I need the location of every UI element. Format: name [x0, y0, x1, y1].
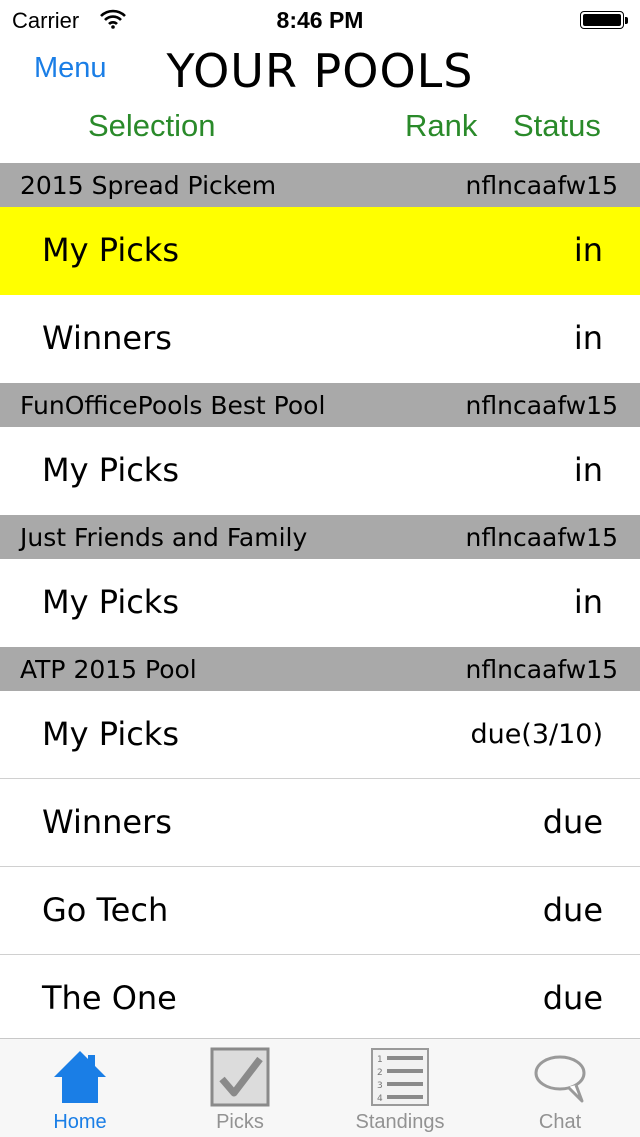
- pool-name: FunOfficePools Best Pool: [20, 391, 326, 420]
- row-label: My Picks: [42, 583, 179, 621]
- tab-bar: Home Picks 1 2 3 4 Standings Chat: [0, 1038, 640, 1137]
- row-label: My Picks: [42, 231, 179, 269]
- row-label: The One: [42, 979, 177, 1017]
- pool-row-my-picks[interactable]: My Picks due(3/10): [0, 691, 640, 779]
- tab-standings[interactable]: 1 2 3 4 Standings: [320, 1039, 480, 1137]
- row-status: due(3/10): [470, 719, 603, 750]
- pool-name: Just Friends and Family: [20, 523, 308, 552]
- tab-label: Home: [53, 1111, 107, 1133]
- pool-code: nflncaafw15: [465, 523, 618, 552]
- pool-row-my-picks[interactable]: My Picks in: [0, 207, 640, 295]
- svg-text:2: 2: [377, 1068, 383, 1078]
- row-label: Go Tech: [42, 891, 169, 929]
- pool-row-my-picks[interactable]: My Picks in: [0, 427, 640, 515]
- svg-text:1: 1: [377, 1055, 383, 1065]
- pool-name: ATP 2015 Pool: [20, 655, 197, 684]
- row-status: due: [542, 803, 603, 841]
- row-label: My Picks: [42, 715, 179, 753]
- list-icon: 1 2 3 4: [370, 1047, 430, 1107]
- status-time: 8:46 PM: [276, 7, 364, 33]
- row-status: in: [573, 319, 603, 357]
- row-label: Winners: [42, 319, 172, 357]
- pool-row-the-one[interactable]: The One due: [0, 955, 640, 1043]
- column-header-status: Status: [513, 108, 601, 143]
- pool-section-header: ATP 2015 Pool nflncaafw15: [0, 647, 640, 691]
- tab-home[interactable]: Home: [0, 1039, 160, 1137]
- pool-row-winners[interactable]: Winners due: [0, 779, 640, 867]
- row-status: due: [542, 891, 603, 929]
- page-title: YOUR POOLS: [166, 44, 474, 98]
- svg-text:4: 4: [377, 1094, 383, 1104]
- column-header-rank: Rank: [405, 108, 478, 143]
- row-label: Winners: [42, 803, 172, 841]
- svg-text:3: 3: [377, 1081, 383, 1091]
- battery-icon: [580, 11, 630, 31]
- row-status: in: [573, 583, 603, 621]
- chat-bubble-icon: [530, 1047, 590, 1107]
- pools-list[interactable]: 2015 Spread Pickem nflncaafw15 My Picks …: [0, 163, 640, 1043]
- home-icon: [50, 1047, 110, 1107]
- pool-code: nflncaafw15: [465, 655, 618, 684]
- tab-chat[interactable]: Chat: [480, 1039, 640, 1137]
- pool-section-header: FunOfficePools Best Pool nflncaafw15: [0, 383, 640, 427]
- pool-row-winners[interactable]: Winners in: [0, 295, 640, 383]
- pool-section-header: Just Friends and Family nflncaafw15: [0, 515, 640, 559]
- pool-code: nflncaafw15: [465, 171, 618, 200]
- tab-label: Standings: [355, 1111, 445, 1133]
- checkbox-icon: [210, 1047, 270, 1107]
- row-status: in: [573, 451, 603, 489]
- pool-name: 2015 Spread Pickem: [20, 171, 277, 200]
- row-status: in: [573, 231, 603, 269]
- tab-picks[interactable]: Picks: [160, 1039, 320, 1137]
- pool-code: nflncaafw15: [465, 391, 618, 420]
- row-status: due: [542, 979, 603, 1017]
- pool-section-header: 2015 Spread Pickem nflncaafw15: [0, 163, 640, 207]
- tab-label: Chat: [538, 1111, 582, 1133]
- pool-row-go-tech[interactable]: Go Tech due: [0, 867, 640, 955]
- column-header-selection: Selection: [88, 108, 216, 143]
- pool-row-my-picks[interactable]: My Picks in: [0, 559, 640, 647]
- status-bar: Carrier 8:46 PM: [0, 0, 640, 40]
- tab-label: Picks: [216, 1111, 264, 1133]
- row-label: My Picks: [42, 451, 179, 489]
